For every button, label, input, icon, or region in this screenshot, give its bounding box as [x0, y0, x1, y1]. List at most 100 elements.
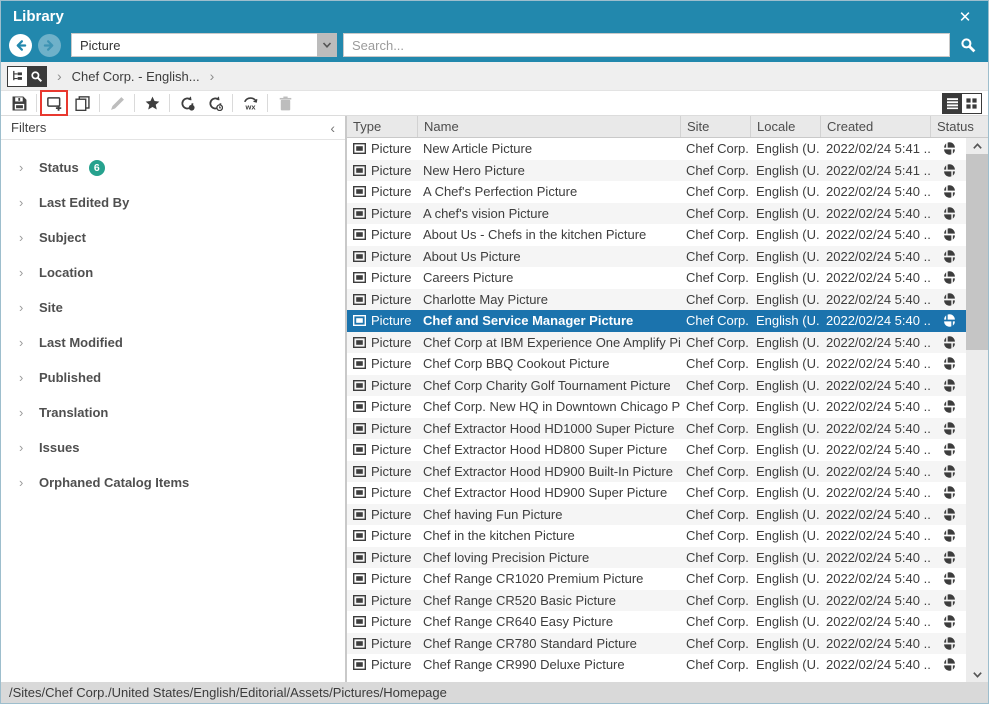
search-input[interactable]	[343, 33, 950, 57]
created-cell: 2022/02/24 5:41 ...	[820, 141, 930, 156]
results-panel: Type Name Site Locale Created Status Pic…	[347, 116, 988, 682]
table-row[interactable]: Picture A Chef's Perfection Picture Chef…	[347, 181, 966, 203]
delete-button[interactable]	[273, 92, 297, 114]
type-cell: Picture	[347, 399, 417, 414]
column-header-name[interactable]: Name	[417, 116, 680, 137]
filter-item[interactable]: › Site	[1, 290, 345, 325]
collapse-panel-icon[interactable]: ‹	[330, 120, 335, 136]
dropdown-button[interactable]	[317, 33, 337, 57]
new-content-item-button[interactable]	[42, 92, 66, 114]
table-row[interactable]: Picture Chef having Fun Picture Chef Cor…	[347, 504, 966, 526]
column-header-type[interactable]: Type	[347, 116, 417, 137]
name-cell: Chef Range CR1020 Premium Picture	[417, 571, 680, 586]
created-cell: 2022/02/24 5:40 ...	[820, 378, 930, 393]
table-row[interactable]: Picture A chef's vision Picture Chef Cor…	[347, 203, 966, 225]
table-row[interactable]: Picture Chef Range CR780 Standard Pictur…	[347, 633, 966, 655]
toolbar-separator	[267, 94, 268, 112]
save-button[interactable]	[7, 92, 31, 114]
created-cell: 2022/02/24 5:40 ...	[820, 593, 930, 608]
table-row[interactable]: Picture Chef Range CR1020 Premium Pictur…	[347, 568, 966, 590]
type-filter-dropdown[interactable]: Picture	[71, 33, 337, 57]
chevron-right-icon: ›	[19, 300, 39, 315]
search-button[interactable]	[956, 33, 980, 57]
back-button[interactable]	[9, 34, 32, 57]
favorite-button[interactable]	[140, 92, 164, 114]
column-header-created[interactable]: Created	[820, 116, 930, 137]
table-row[interactable]: Picture Chef Corp BBQ Cookout Picture Ch…	[347, 353, 966, 375]
forward-button[interactable]	[38, 34, 61, 57]
table-row[interactable]: Picture Chef in the kitchen Picture Chef…	[347, 525, 966, 547]
list-view-button[interactable]	[943, 94, 962, 113]
name-cell: Chef Extractor Hood HD900 Built-In Pictu…	[417, 464, 680, 479]
table-row[interactable]: Picture Chef Range CR640 Easy Picture Ch…	[347, 611, 966, 633]
filter-label: Subject	[39, 230, 86, 245]
table-row[interactable]: Picture Chef Corp. New HQ in Downtown Ch…	[347, 396, 966, 418]
scrollbar-track[interactable]	[966, 154, 988, 666]
column-header-status[interactable]: Status	[930, 116, 988, 137]
column-header-locale[interactable]: Locale	[750, 116, 820, 137]
filter-item[interactable]: › Last Modified	[1, 325, 345, 360]
picture-type-icon	[353, 229, 366, 240]
table-row[interactable]: Picture Chef Extractor Hood HD800 Super …	[347, 439, 966, 461]
status-cell	[930, 572, 969, 585]
grid-view-button[interactable]	[962, 94, 981, 113]
site-cell: Chef Corp.	[680, 249, 750, 264]
status-cell	[930, 379, 969, 392]
edit-button[interactable]	[105, 92, 129, 114]
copy-button[interactable]	[70, 92, 94, 114]
filter-item[interactable]: › Published	[1, 360, 345, 395]
type-cell: Picture	[347, 550, 417, 565]
vertical-scrollbar[interactable]	[966, 138, 988, 682]
table-row[interactable]: Picture Chef Extractor Hood HD900 Built-…	[347, 461, 966, 483]
filter-label: Status	[39, 160, 79, 175]
tree-view-button[interactable]	[8, 67, 27, 86]
table-row[interactable]: Picture Chef Extractor Hood HD900 Super …	[347, 482, 966, 504]
created-cell: 2022/02/24 5:40 ...	[820, 227, 930, 242]
column-header-site[interactable]: Site	[680, 116, 750, 137]
language-status-icon	[943, 142, 956, 155]
filter-item[interactable]: › Status 6	[1, 150, 345, 185]
filter-item[interactable]: › Subject	[1, 220, 345, 255]
type-label: Picture	[371, 421, 411, 436]
table-row[interactable]: Picture New Article Picture Chef Corp. E…	[347, 138, 966, 160]
status-cell	[930, 314, 969, 327]
filter-item[interactable]: › Orphaned Catalog Items	[1, 465, 345, 500]
table-row[interactable]: Picture Chef Range CR520 Basic Picture C…	[347, 590, 966, 612]
table-row[interactable]: Picture About Us - Chefs in the kitchen …	[347, 224, 966, 246]
copy-icon	[75, 96, 90, 111]
translate-button[interactable]: wx	[238, 92, 262, 114]
table-row[interactable]: Picture Chef Range CR990 Deluxe Picture …	[347, 654, 966, 676]
table-row[interactable]: Picture Chef and Service Manager Picture…	[347, 310, 966, 332]
table-row[interactable]: Picture Careers Picture Chef Corp. Engli…	[347, 267, 966, 289]
table-row[interactable]: Picture Chef Corp at IBM Experience One …	[347, 332, 966, 354]
filter-label: Last Edited By	[39, 195, 129, 210]
table-row[interactable]: Picture About Us Picture Chef Corp. Engl…	[347, 246, 966, 268]
table-row[interactable]: Picture New Hero Picture Chef Corp. Engl…	[347, 160, 966, 182]
view-toggle-group	[942, 93, 982, 114]
toolbar-separator	[134, 94, 135, 112]
breadcrumb-item[interactable]: Chef Corp. - English...	[72, 69, 200, 84]
filter-item[interactable]: › Issues	[1, 430, 345, 465]
table-row[interactable]: Picture Chef Extractor Hood HD1000 Super…	[347, 418, 966, 440]
table-row[interactable]: Picture Chef Corp Charity Golf Tournamen…	[347, 375, 966, 397]
filter-item[interactable]: › Location	[1, 255, 345, 290]
filter-count-badge: 6	[89, 160, 105, 176]
scrollbar-thumb[interactable]	[966, 154, 988, 350]
table-row[interactable]: Picture Chef loving Precision Picture Ch…	[347, 547, 966, 569]
refresh-button[interactable]	[175, 92, 199, 114]
filter-item[interactable]: › Translation	[1, 395, 345, 430]
close-icon[interactable]: ✕	[954, 6, 976, 28]
filter-item[interactable]: › Last Edited By	[1, 185, 345, 220]
refresh-history-button[interactable]	[203, 92, 227, 114]
status-cell	[930, 529, 969, 542]
type-label: Picture	[371, 442, 411, 457]
star-icon	[145, 96, 160, 111]
table-row[interactable]: Picture Charlotte May Picture Chef Corp.…	[347, 289, 966, 311]
chevron-right-icon: ›	[19, 370, 39, 385]
scroll-up-icon[interactable]	[966, 138, 988, 154]
scroll-down-icon[interactable]	[966, 666, 988, 682]
created-cell: 2022/02/24 5:41 ...	[820, 163, 930, 178]
language-status-icon	[943, 658, 956, 671]
search-view-button[interactable]	[27, 67, 46, 86]
status-cell	[930, 658, 969, 671]
